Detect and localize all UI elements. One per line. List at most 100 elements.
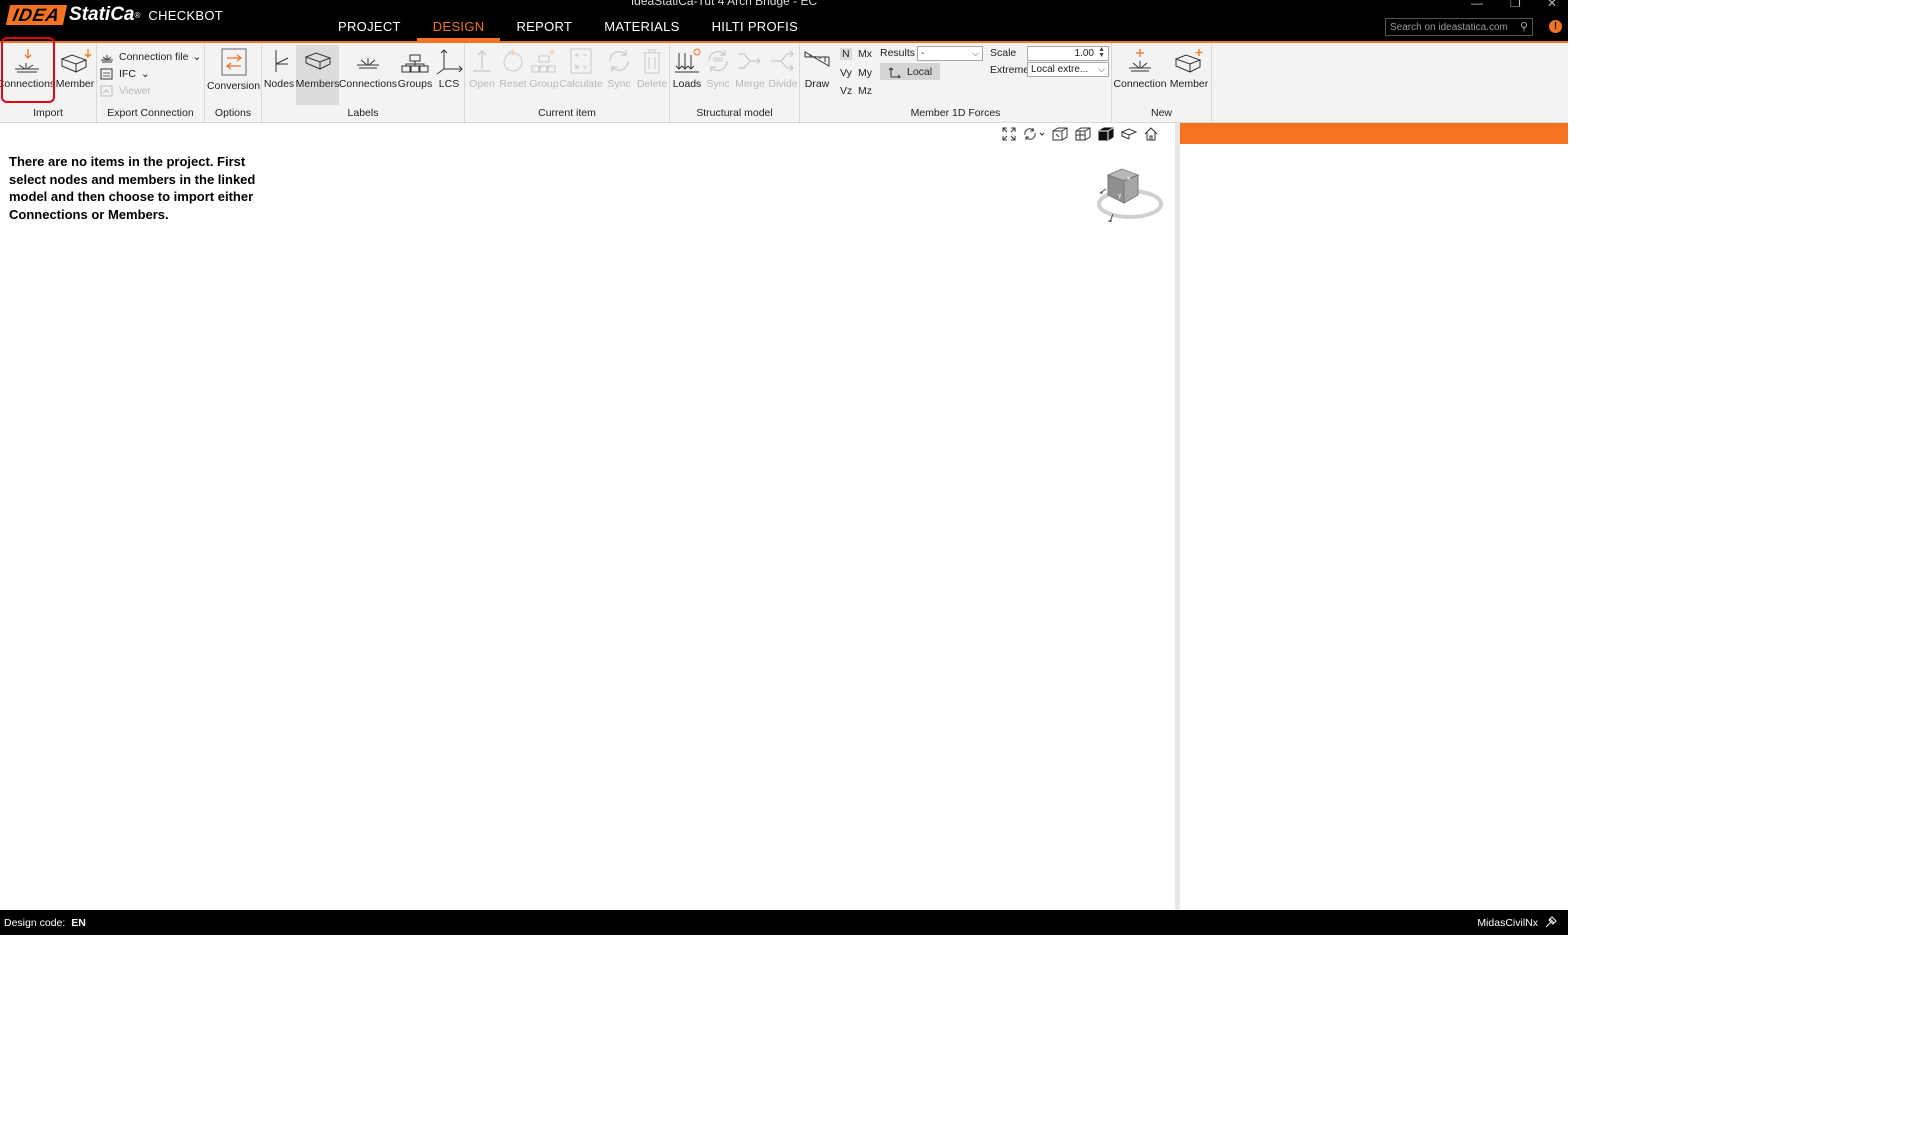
nodes-label: Nodes (263, 78, 295, 90)
new-connection-button[interactable]: Connection (1113, 45, 1167, 105)
conversion-icon (221, 48, 246, 76)
current-open-button[interactable]: Open (467, 45, 497, 105)
restore-icon[interactable]: ❐ (1510, 0, 1521, 10)
labels-members-button[interactable]: Members (296, 45, 339, 105)
search-box: ⚲ (1385, 18, 1533, 36)
transparent-view-icon[interactable] (1075, 127, 1091, 144)
divide-button[interactable]: Divide (767, 45, 799, 105)
sync-icon (609, 50, 629, 72)
group-import: Connections Member Import (0, 43, 97, 122)
local-axes-icon (888, 66, 901, 78)
force-n-toggle[interactable]: N (840, 48, 852, 60)
current-reset-button[interactable]: Reset (498, 45, 528, 105)
product-name: CHECKBOT (148, 7, 224, 23)
design-code-status: Design code: EN (4, 917, 86, 929)
tab-project[interactable]: PROJECT (322, 17, 417, 41)
force-my-toggle[interactable]: My (858, 67, 872, 79)
chevron-down-icon: ⌄ (192, 51, 202, 63)
open-icon (473, 50, 491, 72)
draw-forces-button[interactable]: Draw (801, 45, 833, 105)
navigation-cube[interactable]: y x (1096, 167, 1166, 228)
connections-icon (357, 58, 379, 69)
loads-label: Loads (672, 78, 702, 90)
tab-materials[interactable]: MATERIALS (588, 17, 695, 41)
group-label-new: New (1150, 107, 1172, 119)
status-bar: Design code: EN MidasCivilNx (0, 910, 1568, 935)
svg-text:y: y (1118, 192, 1122, 199)
extreme-value: Local extre... (1031, 64, 1089, 75)
wireframe-view-icon[interactable] (1052, 127, 1068, 144)
loads-button[interactable]: Loads (671, 45, 703, 105)
zoom-extents-icon[interactable] (1002, 127, 1016, 144)
tab-hilti-profis[interactable]: HILTI PROFIS (696, 17, 814, 41)
tab-report[interactable]: REPORT (500, 17, 588, 41)
link-status-icon[interactable] (1544, 915, 1558, 932)
group-label: Group (529, 78, 559, 90)
window-title: IdeaStatiCa-Tut 4 Arch Bridge - EC (630, 0, 818, 8)
draw-label: Draw (804, 78, 830, 90)
model-viewport[interactable]: There are no items in the project. First… (0, 123, 1175, 910)
new-member-button[interactable]: Member (1168, 45, 1210, 105)
rotate-view-icon[interactable] (1023, 127, 1045, 144)
local-toggle-button[interactable]: Local (880, 63, 941, 80)
force-vz-toggle[interactable]: Vz (840, 85, 852, 97)
scale-stepper[interactable]: 1.00 ▲ ▼ (1027, 46, 1109, 61)
group-label-current-item: Current item (538, 107, 596, 119)
labels-connections-button[interactable]: Connections (339, 45, 397, 105)
info-icon[interactable]: ! (1549, 20, 1562, 33)
nodes-icon (275, 50, 289, 72)
app-logo: IDEA StatiCa ® CHECKBOT (5, 4, 224, 25)
view-toolbar (1002, 127, 1165, 144)
group-label-import: Import (33, 107, 63, 119)
group-label-export: Export Connection (107, 107, 194, 119)
reset-label: Reset (499, 78, 527, 90)
import-member-icon (60, 49, 91, 73)
calculate-label: Calculate (559, 78, 603, 90)
section-view-icon[interactable] (1120, 127, 1138, 144)
group-current-item: Open Reset Group Calculate Sync Delete C… (465, 43, 670, 122)
chevron-down-icon: ⌄ (140, 68, 150, 80)
current-delete-button[interactable]: Delete (636, 45, 668, 105)
export-viewer-button[interactable]: Viewer (100, 85, 151, 97)
structural-sync-label: Sync (706, 78, 730, 90)
extreme-select[interactable]: Local extre... ⌵ (1027, 62, 1109, 77)
close-icon[interactable]: ✕ (1547, 0, 1557, 10)
search-input[interactable] (1386, 19, 1518, 35)
import-member-button[interactable]: Member (53, 45, 97, 105)
lcs-label: LCS (438, 78, 460, 90)
current-calculate-button[interactable]: Calculate (559, 45, 603, 105)
divide-label: Divide (768, 78, 798, 90)
tab-design[interactable]: DESIGN (416, 17, 501, 41)
search-icon[interactable]: ⚲ (1520, 20, 1528, 33)
ifc-label: IFC (119, 68, 136, 80)
results-select[interactable]: - ⌵ (917, 46, 983, 61)
labels-groups-button[interactable]: Groups (397, 45, 433, 105)
solid-view-icon[interactable] (1098, 127, 1114, 144)
lcs-axes-icon (436, 49, 463, 75)
current-group-button[interactable]: Group (529, 45, 559, 105)
export-ifc-button[interactable]: IFC ⌄ (100, 68, 150, 80)
current-sync-button[interactable]: Sync (603, 45, 635, 105)
force-mz-toggle[interactable]: Mz (858, 85, 872, 97)
structural-sync-button[interactable]: Sync (703, 45, 733, 105)
viewer-label: Viewer (119, 85, 151, 97)
force-vy-toggle[interactable]: Vy (840, 67, 852, 79)
scale-value: 1.00 (1074, 48, 1094, 59)
group-export-connection: Connection file ⌄ IFC ⌄ Viewer Export Co… (97, 43, 205, 122)
conversion-button[interactable]: Conversion (206, 45, 261, 105)
results-label: Results (880, 47, 916, 59)
home-view-icon[interactable] (1144, 127, 1158, 144)
export-connection-file-button[interactable]: Connection file ⌄ (100, 51, 201, 63)
stepper-arrows-icon[interactable]: ▲ ▼ (1098, 46, 1105, 59)
loads-icon (675, 48, 701, 73)
import-connections-button[interactable]: Connections (0, 45, 55, 105)
connection-file-label: Connection file (119, 51, 189, 63)
labels-lcs-button[interactable]: LCS (434, 45, 464, 105)
group-structural-model: Loads Sync Merge Divide Structural model (670, 43, 800, 122)
minimize-icon[interactable]: — (1471, 0, 1483, 10)
force-mx-toggle[interactable]: Mx (858, 48, 872, 60)
merge-button[interactable]: Merge (734, 45, 766, 105)
labels-nodes-button[interactable]: Nodes (263, 45, 295, 105)
new-member-icon (1174, 49, 1203, 73)
delete-label: Delete (636, 78, 668, 90)
